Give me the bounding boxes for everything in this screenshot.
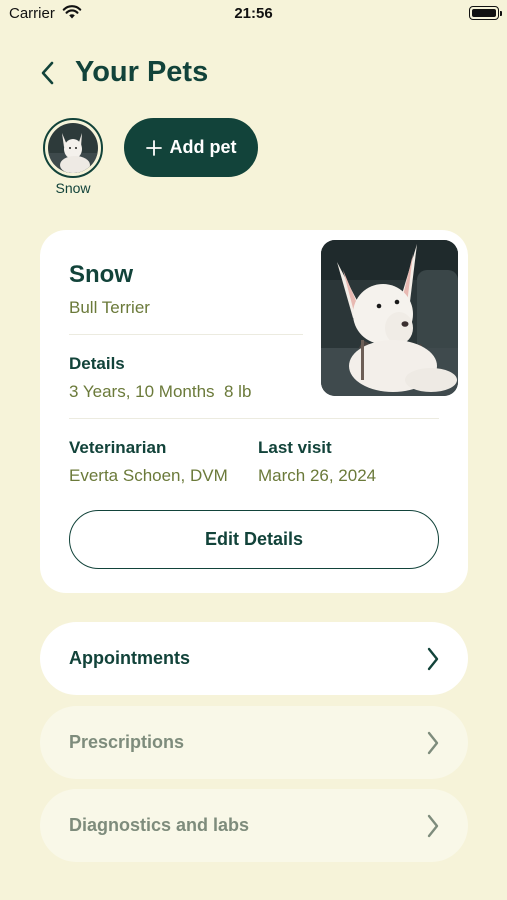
pet-chip-snow[interactable]: Snow (43, 118, 103, 196)
edit-details-label: Edit Details (204, 529, 304, 549)
add-pet-button[interactable]: Add pet (124, 118, 258, 177)
pets-screen: Carrier 21:56 Your Pets Snow Add pet Sno… (0, 0, 507, 900)
menu-item-appointments[interactable]: Appointments (40, 622, 468, 695)
divider (69, 418, 439, 419)
divider (69, 334, 303, 335)
pet-name: Snow (69, 261, 133, 288)
last-visit-value: March 26, 2024 (258, 466, 377, 485)
page-title: Your Pets (75, 56, 209, 88)
details-label: Details (69, 354, 125, 373)
chevron-right-icon (427, 814, 439, 837)
chevron-left-icon (41, 61, 54, 85)
menu-item-label: Appointments (69, 648, 190, 668)
add-pet-label: Add pet (169, 137, 237, 157)
chevron-right-icon (427, 647, 439, 670)
pet-photo (321, 240, 458, 396)
plus-icon (145, 139, 162, 156)
veterinarian-value: Everta Schoen, DVM (69, 466, 228, 485)
details-value: 3 Years, 10 Months 8 lb (69, 382, 252, 401)
edit-details-button[interactable]: Edit Details (69, 510, 439, 569)
menu-item-label: Diagnostics and labs (69, 815, 250, 835)
menu-item-prescriptions[interactable]: Prescriptions (40, 706, 468, 779)
avatar-ring (43, 118, 103, 178)
pet-chip-label: Snow (55, 180, 91, 196)
veterinarian-label: Veterinarian (69, 438, 167, 457)
battery-icon (469, 6, 502, 20)
avatar (48, 123, 98, 173)
chevron-right-icon (427, 731, 439, 754)
clock: 21:56 (234, 5, 273, 22)
pet-breed: Bull Terrier (69, 298, 150, 317)
back-button[interactable] (34, 58, 62, 88)
menu-item-label: Prescriptions (69, 732, 185, 752)
status-bar: Carrier 21:56 (0, 0, 507, 28)
last-visit-label: Last visit (258, 438, 332, 457)
pet-details-card: Snow Bull Terrier Details 3 Years, 10 Mo… (40, 230, 468, 593)
menu-item-diagnostics[interactable]: Diagnostics and labs (40, 789, 468, 862)
